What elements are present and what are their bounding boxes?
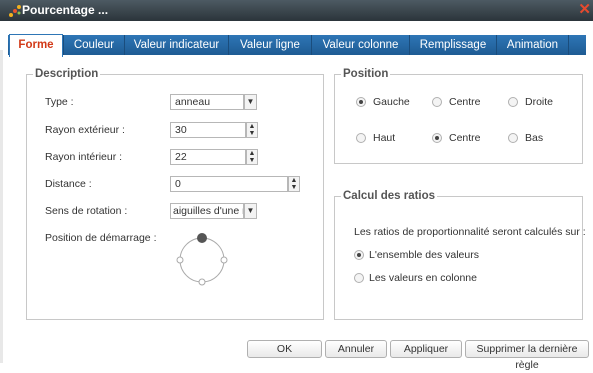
handle-top[interactable] (197, 233, 207, 243)
inner-radius-input[interactable]: 22 (170, 149, 246, 165)
start-position-label: Position de démarrage : (45, 232, 157, 244)
inner-radius-stepper[interactable]: ▲ ▼ (246, 149, 258, 165)
tab-valeur-indicateur[interactable]: Valeur indicateur (124, 35, 228, 55)
radio-haut[interactable] (356, 133, 366, 143)
radio-column-values[interactable] (354, 273, 364, 283)
handle-left[interactable] (176, 256, 184, 264)
tab-couleur[interactable]: Couleur (63, 35, 124, 55)
description-legend: Description (35, 68, 99, 80)
ok-button[interactable]: OK (247, 340, 322, 358)
type-label: Type : (45, 96, 74, 108)
title-bar: Pourcentage ... ✕ (0, 0, 593, 21)
type-select[interactable]: anneau (170, 94, 244, 110)
radio-label-all-values: L'ensemble des valeurs (369, 249, 479, 261)
handle-bottom[interactable] (198, 278, 206, 286)
radio-label-bas: Bas (525, 132, 544, 144)
radio-label-centre-v: Centre (449, 132, 481, 144)
radio-centre-h[interactable] (432, 97, 442, 107)
distance-label: Distance : (45, 178, 92, 190)
radio-gauche[interactable] (356, 97, 366, 107)
radio-label-droite: Droite (525, 96, 554, 108)
delete-last-rule-button[interactable]: Supprimer la dernière règle (465, 340, 589, 371)
ratios-legend: Calcul des ratios (343, 190, 436, 202)
dots-app-icon (9, 5, 21, 17)
tab-bar: Forme Couleur Valeur indicateur Valeur l… (0, 21, 593, 57)
left-edge (0, 50, 3, 363)
rotation-label: Sens de rotation : (45, 205, 128, 217)
rotation-select[interactable]: aiguilles d'une m (170, 203, 244, 219)
cancel-button[interactable]: Annuler (325, 340, 387, 358)
radio-label-centre-h: Centre (449, 96, 481, 108)
radio-label-gauche: Gauche (373, 96, 410, 108)
tab-valeur-ligne[interactable]: Valeur ligne (228, 35, 311, 55)
chevron-down-icon[interactable]: ▼ (244, 94, 257, 110)
close-icon[interactable]: ✕ (578, 1, 591, 19)
radio-bas[interactable] (508, 133, 518, 143)
tab-valeur-colonne[interactable]: Valeur colonne (311, 35, 409, 55)
outer-radius-label: Rayon extérieur : (45, 124, 125, 136)
tab-forme[interactable]: Forme (9, 34, 63, 57)
inner-radius-label: Rayon intérieur : (45, 151, 123, 163)
radio-all-values[interactable] (354, 250, 364, 260)
radio-droite[interactable] (508, 97, 518, 107)
position-legend: Position (343, 68, 389, 80)
radio-label-column-values: Les valeurs en colonne (369, 272, 477, 284)
chevron-down-icon[interactable]: ▼ (244, 203, 257, 219)
apply-button[interactable]: Appliquer (390, 340, 462, 358)
radio-centre-v[interactable] (432, 133, 442, 143)
tab-remplissage[interactable]: Remplissage (409, 35, 496, 55)
outer-radius-stepper[interactable]: ▲ ▼ (246, 122, 258, 138)
window-title: Pourcentage ... (22, 3, 109, 17)
tab-animation[interactable]: Animation (496, 35, 569, 55)
position-group: Position (334, 68, 583, 164)
radio-label-haut: Haut (373, 132, 396, 144)
ratios-intro: Les ratios de proportionnalité seront ca… (354, 226, 586, 238)
outer-radius-input[interactable]: 30 (170, 122, 246, 138)
distance-stepper[interactable]: ▲ ▼ (288, 176, 300, 192)
handle-right[interactable] (220, 256, 228, 264)
start-position-picker[interactable] (170, 228, 234, 292)
distance-input[interactable]: 0 (170, 176, 288, 192)
